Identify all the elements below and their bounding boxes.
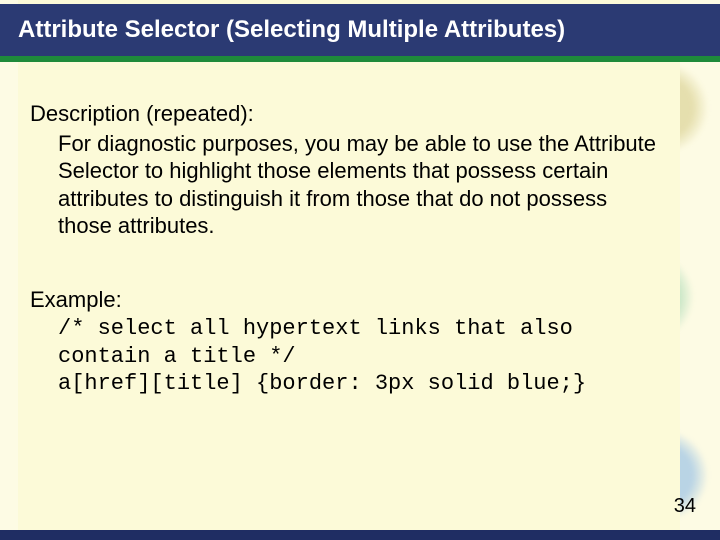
- code-rule: a[href][title] {border: 3px solid blue;}: [58, 371, 586, 396]
- code-comment: /* select all hypertext links that also …: [58, 316, 586, 369]
- slide: Attribute Selector (Selecting Multiple A…: [0, 0, 720, 540]
- description-label: Description (repeated):: [30, 100, 660, 128]
- description-text: For diagnostic purposes, you may be able…: [58, 130, 660, 240]
- bottom-accent-bar: [0, 530, 720, 540]
- example-label: Example:: [30, 286, 660, 314]
- slide-title: Attribute Selector (Selecting Multiple A…: [18, 16, 565, 44]
- title-bar: Attribute Selector (Selecting Multiple A…: [0, 4, 720, 62]
- slide-body: Description (repeated): For diagnostic p…: [30, 100, 660, 500]
- page-number: 34: [674, 495, 696, 518]
- code-block: /* select all hypertext links that also …: [58, 315, 660, 398]
